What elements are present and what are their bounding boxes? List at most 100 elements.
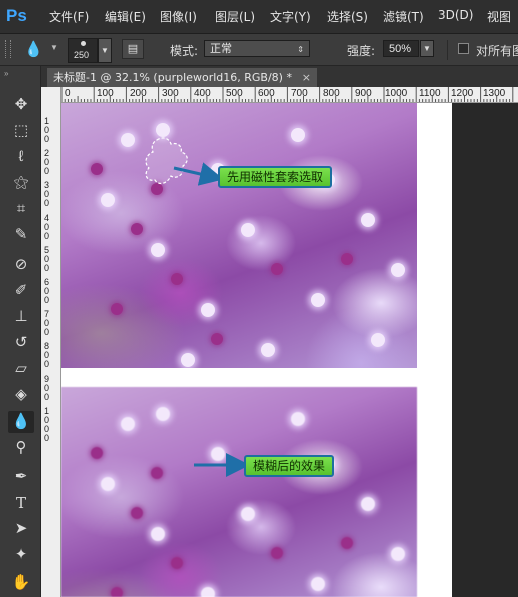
menu-bar: Ps 文件(F) 编辑(E) 图像(I) 图层(L) 文字(Y) 选择(S) 滤… [0,0,518,34]
strength-dropdown[interactable]: ▼ [420,40,434,57]
ruler-h-label: 600 [258,88,275,99]
mode-label: 模式: [170,44,199,58]
menu-3d[interactable]: 3D(D) [438,8,473,22]
stamp-icon[interactable]: ⊥ [8,306,34,328]
strength-input[interactable]: 50% [383,40,419,57]
arrow-top [173,162,224,186]
chevron-down-icon[interactable]: ▼ [50,43,58,52]
callout-top: 先用磁性套索选取 [218,166,333,188]
options-bar: 💧 ▼ 250 ▼ ▤ 模式: 正常 ⇕ 强度: 50% ▼ 对所有图 [0,34,518,66]
brush-icon[interactable]: ✐ [8,280,34,302]
pen-icon[interactable]: ✒ [8,466,34,488]
type-icon[interactable]: T [8,492,34,514]
ruler-v-digit: 0 [44,230,50,241]
marquee-icon[interactable]: ⬚ [8,120,34,142]
history-brush-icon[interactable]: ↺ [8,332,34,354]
ruler-v-digit: 0 [44,198,50,209]
ruler-v-digit: 0 [44,295,50,305]
menu-select[interactable]: 选择(S) [327,8,368,25]
paint-bucket-icon[interactable]: ◈ [8,384,34,406]
close-icon[interactable]: × [302,68,311,87]
mode-select-value: 正常 [210,43,232,55]
lasso-icon[interactable]: ℓ [8,146,34,168]
brush-panel-toggle-icon[interactable]: ▤ [122,39,144,59]
menu-image[interactable]: 图像(I) [160,8,197,25]
collapse-icon[interactable]: » [4,69,8,78]
ruler-h-label: 900 [355,88,372,99]
lilac-flower [371,333,385,347]
photoshop-logo: Ps [6,6,27,25]
shape-icon[interactable]: ✦ [8,544,34,566]
magic-wand-icon[interactable]: ⚝ [8,172,34,194]
toolbox: » ✥ ⬚ ℓ ⚝ ⌗ ✎ ⊘ ✐ ⊥ ↺ ▱ ◈ 💧 ⚲ ✒ T ➤ ✦ ✋ [0,66,41,597]
menu-filter[interactable]: 滤镜(T) [383,8,424,25]
lilac-flower [121,417,135,431]
menu-layer[interactable]: 图层(L) [215,8,255,25]
ruler-v-digit: 0 [44,432,50,443]
ruler-h-label: 200 [130,88,147,99]
brush-tip-icon [81,41,86,46]
updown-icon: ⇕ [297,45,304,54]
pasteboard [452,103,518,597]
ruler-v-digit: 0 [44,262,50,273]
menu-type[interactable]: 文字(Y) [270,8,311,25]
menu-view[interactable]: 视图 [487,8,511,25]
annotation-arrows [173,162,250,477]
hand-icon[interactable]: ✋ [8,572,34,594]
lilac-bud [131,223,143,235]
ruler-v-digit: 0 [44,134,50,144]
lilac-flower [121,133,135,147]
blur-icon[interactable]: 💧 [8,411,34,433]
all-layers-label: 对所有图 [476,44,518,58]
vertical-ruler-labels: 1002003004005006007008009001000 [41,103,60,597]
lilac-flower [291,128,305,142]
lilac-flower [101,477,115,491]
lilac-flower [311,293,325,307]
lilac-bud [171,557,183,569]
brush-preset-picker[interactable]: 250 [68,38,98,63]
mode-select[interactable]: 正常 ⇕ [204,40,310,57]
move-icon[interactable]: ✥ [8,94,34,116]
callout-bottom: 模糊后的效果 [244,455,335,477]
lilac-flower [311,577,325,591]
brush-preset-dropdown[interactable]: ▼ [98,38,112,63]
dodge-icon[interactable]: ⚲ [8,437,34,459]
eraser-icon[interactable]: ▱ [8,358,34,380]
menu-file[interactable]: 文件(F) [49,8,89,25]
blur-tool-icon[interactable]: 💧 [24,40,43,58]
menu-edit[interactable]: 编辑(E) [105,8,146,25]
lilac-bud [91,447,103,459]
lilac-flower [241,507,255,521]
lilac-bud [271,263,283,275]
lilac-bud [111,587,123,597]
lilac-flower [291,412,305,426]
ruler-h-label: 1000 [385,88,408,99]
lilac-bud [131,507,143,519]
ruler-h-label: 300 [162,88,179,99]
ruler-v-digit: 0 [44,166,50,177]
divider [447,40,448,60]
document-tab[interactable]: 未标题-1 @ 32.1% (purpleworld16, RGB/8) * × [47,68,317,87]
ruler-h-label: 0 [65,88,71,99]
lilac-flower [361,213,375,227]
lilac-flower [361,497,375,511]
healing-icon[interactable]: ⊘ [8,254,34,276]
ruler-h-label: 700 [291,88,308,99]
grip-handle[interactable] [5,40,11,58]
ruler-h-label: 500 [226,88,243,99]
ruler-h-label: 1200 [451,88,474,99]
ruler-h-label: 1300 [483,88,506,99]
lilac-bud [91,163,103,175]
lilac-flower [391,547,405,561]
all-layers-checkbox[interactable] [458,43,469,54]
strength-label: 强度: [347,44,376,58]
lilac-bud [341,537,353,549]
ruler-v-digit: 0 [44,327,50,338]
lilac-flower [391,263,405,277]
document-tab-title: 未标题-1 @ 32.1% (purpleworld16, RGB/8) * [53,71,292,84]
eyedropper-icon[interactable]: ✎ [8,224,34,246]
lilac-flower [201,587,215,597]
path-select-icon[interactable]: ➤ [8,518,34,540]
ruler-v-digit: 0 [44,391,50,402]
crop-icon[interactable]: ⌗ [8,198,34,220]
